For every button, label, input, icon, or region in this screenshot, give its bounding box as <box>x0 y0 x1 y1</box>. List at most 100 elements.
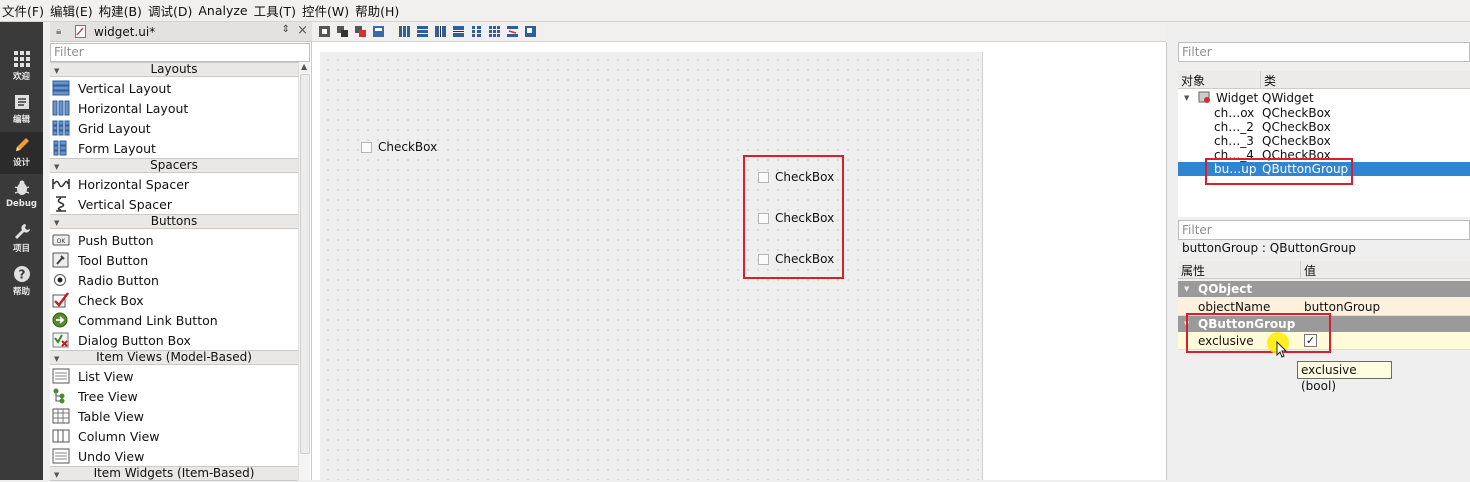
vertical-spacer-icon <box>56 196 66 212</box>
layout-v-splitter-icon[interactable] <box>452 25 465 38</box>
widget-push-button[interactable]: OK Push Button <box>52 230 298 250</box>
edit-tab-order-icon[interactable] <box>372 25 385 38</box>
tree-row-checkbox-2[interactable]: ch…_2 QCheckBox <box>1178 120 1470 134</box>
object-inspector-header: 对象 类 <box>1178 71 1470 89</box>
collapse-icon: ▼ <box>54 163 60 171</box>
grid-layout-icon <box>52 120 70 136</box>
lock-icon: 🔒︎ <box>56 26 62 37</box>
menu-bar: 文件(F) 编辑(E) 构建(B) 调试(D) Analyze 工具(T) 控件… <box>0 0 1470 22</box>
mode-projects[interactable]: 项目 <box>0 218 43 260</box>
widget-grid-layout[interactable]: Grid Layout <box>52 118 298 138</box>
group-qobject[interactable]: ▼ QObject <box>1178 281 1470 297</box>
layout-h-splitter-icon[interactable] <box>434 25 447 38</box>
layout-horizontal-icon[interactable] <box>398 25 411 38</box>
ui-file-icon <box>75 25 86 38</box>
widget-tool-button[interactable]: Tool Button <box>52 250 298 270</box>
file-tab[interactable]: 🔒︎ widget.ui* ⇕ × <box>50 22 312 42</box>
grid-icon <box>13 51 30 67</box>
category-layouts[interactable]: ▼ Layouts <box>50 62 298 77</box>
mode-edit[interactable]: 编辑 <box>0 89 43 131</box>
widget-vertical-layout[interactable]: Vertical Layout <box>52 78 298 98</box>
widget-tree-view[interactable]: Tree View <box>52 386 298 406</box>
mode-design[interactable]: 设计 <box>0 132 43 174</box>
mode-bar: 欢迎 编辑 设计 Debug 项目 ? 帮助 <box>0 22 43 480</box>
adjust-size-icon[interactable] <box>524 25 537 38</box>
file-name: widget.ui* <box>94 24 156 39</box>
horizontal-layout-icon <box>52 100 70 116</box>
widget-vertical-spacer[interactable]: Vertical Spacer <box>52 194 298 214</box>
tooltip: exclusive (bool) <box>1297 361 1392 393</box>
col-value: 值 <box>1304 264 1317 278</box>
collapse-icon: ▼ <box>54 355 60 363</box>
widget-box-scrollbar[interactable]: ▲ <box>298 62 310 480</box>
tree-row-checkbox[interactable]: ch…ox QCheckBox <box>1178 106 1470 120</box>
menu-widgets[interactable]: 控件(W) <box>302 1 355 20</box>
menu-tools[interactable]: 工具(T) <box>254 1 302 20</box>
highlight-box-exclusive <box>1186 313 1331 353</box>
bug-icon <box>14 180 29 195</box>
category-buttons[interactable]: ▼ Buttons <box>50 214 298 229</box>
object-filter-input[interactable]: Filter <box>1178 42 1470 62</box>
menu-file[interactable]: 文件(F) <box>2 1 50 20</box>
col-class: 类 <box>1264 74 1277 88</box>
mode-label: 项目 <box>12 244 30 254</box>
checkbox-1[interactable]: CheckBox <box>361 140 437 154</box>
mode-welcome[interactable]: 欢迎 <box>0 46 43 88</box>
scroll-up-icon[interactable]: ▲ <box>301 62 307 71</box>
widget-radio-button[interactable]: Radio Button <box>52 270 298 290</box>
mode-label: Debug <box>5 199 38 209</box>
mode-label: 欢迎 <box>12 72 30 82</box>
mode-help[interactable]: ? 帮助 <box>0 261 43 303</box>
widget-list-view[interactable]: List View <box>52 366 298 386</box>
property-filter-input[interactable]: Filter <box>1178 220 1470 240</box>
widget-form-layout[interactable]: Form Layout <box>52 138 298 158</box>
widget-table-view[interactable]: Table View <box>52 406 298 426</box>
widget-check-box[interactable]: Check Box <box>52 290 298 310</box>
layout-grid-icon[interactable] <box>488 25 501 38</box>
edit-buddies-icon[interactable] <box>354 25 367 38</box>
widget-horizontal-layout[interactable]: Horizontal Layout <box>52 98 298 118</box>
layout-form-icon[interactable] <box>470 25 483 38</box>
col-object: 对象 <box>1181 74 1206 88</box>
radio-button-icon <box>54 274 66 286</box>
edit-signals-icon[interactable] <box>336 25 349 38</box>
vertical-layout-icon <box>52 80 70 96</box>
help-icon: ? <box>13 266 30 282</box>
tree-row-widget[interactable]: ▼ Widget QWidget <box>1178 91 1470 105</box>
expand-icon[interactable]: ▼ <box>1184 91 1189 105</box>
menu-debug[interactable]: 调试(D) <box>148 1 198 20</box>
mode-label: 帮助 <box>12 287 30 297</box>
mode-label: 设计 <box>12 158 30 168</box>
break-layout-icon[interactable] <box>506 25 519 38</box>
widget-command-link-button[interactable]: Command Link Button <box>52 310 298 330</box>
form-layout-icon <box>53 140 67 156</box>
menu-help[interactable]: 帮助(H) <box>355 1 405 20</box>
widget-horizontal-spacer[interactable]: Horizontal Spacer <box>52 174 298 194</box>
widget-dialog-button-box[interactable]: Dialog Button Box <box>52 330 298 350</box>
widget-column-view[interactable]: Column View <box>52 426 298 446</box>
scrollbar-thumb[interactable] <box>300 74 310 454</box>
widget-filter-input[interactable]: Filter <box>50 43 310 62</box>
menu-edit[interactable]: 编辑(E) <box>50 1 99 20</box>
menu-build[interactable]: 构建(B) <box>99 1 148 20</box>
edit-widgets-icon[interactable] <box>318 25 331 38</box>
form-widget[interactable] <box>320 52 983 480</box>
property-editor-current-object: buttonGroup : QButtonGroup <box>1182 241 1356 255</box>
layout-vertical-icon[interactable] <box>416 25 429 38</box>
file-switch-icon[interactable]: ⇕ <box>282 24 290 35</box>
collapse-icon: ▼ <box>54 219 60 227</box>
checkbox-label: CheckBox <box>378 140 438 154</box>
mode-debug[interactable]: Debug <box>0 175 43 217</box>
list-view-icon <box>52 368 70 384</box>
close-icon[interactable]: × <box>297 23 308 38</box>
menu-analyze[interactable]: Analyze <box>198 3 253 18</box>
tree-row-checkbox-3[interactable]: ch…_3 QCheckBox <box>1178 134 1470 148</box>
widget-undo-view[interactable]: Undo View <box>52 446 298 466</box>
category-item-views[interactable]: ▼ Item Views (Model-Based) <box>50 350 298 365</box>
widget-icon <box>1198 91 1210 103</box>
category-item-widgets[interactable]: ▼ Item Widgets (Item-Based) <box>50 466 298 481</box>
checkbox-indicator <box>361 141 372 153</box>
wrench-icon <box>14 224 30 239</box>
column-view-icon <box>52 429 70 443</box>
category-spacers[interactable]: ▼ Spacers <box>50 158 298 173</box>
